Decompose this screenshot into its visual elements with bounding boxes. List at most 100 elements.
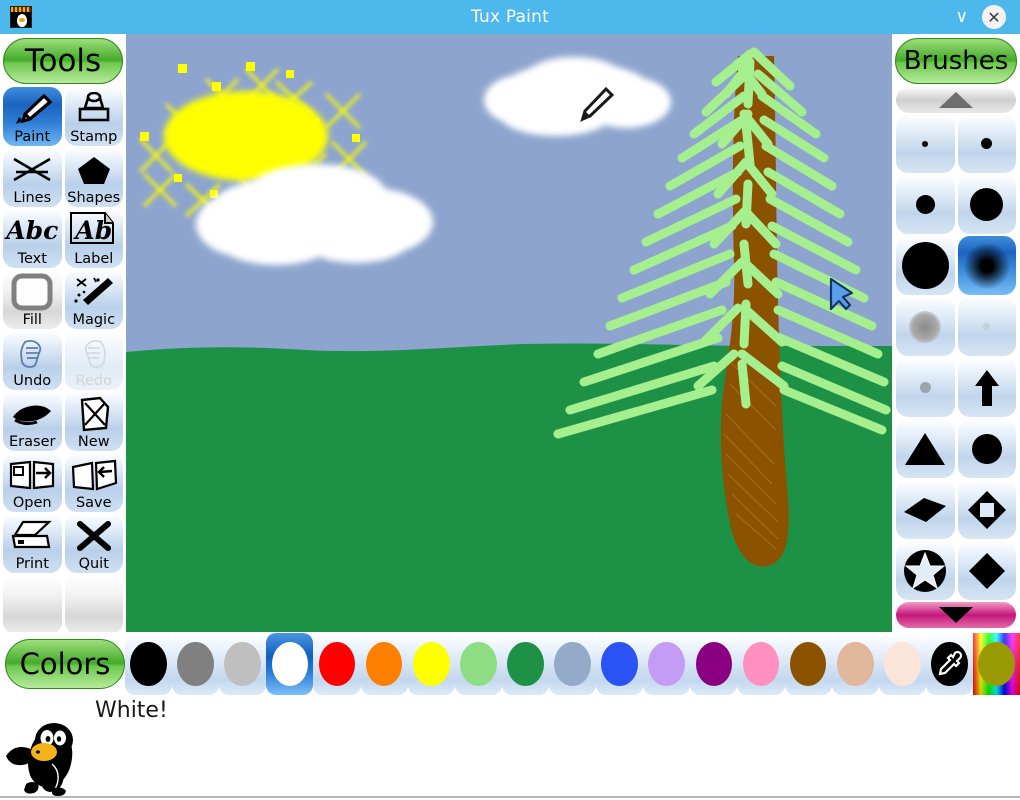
tool-button-fill[interactable]: Fill (3, 270, 62, 329)
brush-button-dot-faint[interactable] (957, 297, 1016, 356)
color-swatch-steel-blue[interactable] (548, 633, 597, 695)
close-icon[interactable]: ✕ (982, 5, 1006, 29)
tool-button-eraser[interactable]: Eraser (3, 392, 62, 451)
brushes-panel: Brushes (892, 34, 1020, 632)
tool-label-stamp: Stamp (70, 129, 118, 145)
tuxpaint-app: Tools Paint Stamp Lines Shapes Abc Text … (0, 34, 1020, 798)
brush-button-arrow-up[interactable] (957, 358, 1016, 417)
tool-label-magic: Magic (72, 312, 116, 328)
tool-button-open[interactable]: Open (3, 453, 62, 512)
tool-label-save: Save (75, 495, 112, 511)
tool-label-fill: Fill (22, 312, 42, 328)
brush-star-icon (904, 549, 947, 592)
color-swatch-brown[interactable] (784, 633, 832, 695)
undo-hand-icon (3, 331, 62, 374)
brushes-scroll-up-button[interactable] (896, 87, 1016, 113)
brush-dot-micro-icon (919, 382, 931, 393)
tool-label-quit: Quit (78, 556, 109, 572)
window-controls: ∨ ✕ (956, 5, 1006, 29)
brush-button-dot-small[interactable] (957, 114, 1016, 173)
tools-panel-header: Tools (3, 38, 123, 84)
colors-panel: Colors (0, 632, 1020, 696)
tool-label-new: New (77, 434, 110, 450)
brush-button-star[interactable] (896, 541, 955, 600)
brush-diamond-icon (968, 552, 1005, 589)
brush-circle-icon (971, 433, 1002, 464)
eyedropper-icon (939, 650, 963, 676)
color-swatch-cream[interactable] (878, 633, 926, 695)
printer-icon (3, 514, 62, 557)
brush-dot-small-icon (981, 138, 993, 149)
tux-penguin-mascot (2, 720, 107, 800)
tool-label-print: Print (15, 556, 49, 572)
window-titlebar: Tux Paint ∨ ✕ (0, 0, 1020, 34)
color-swatch-tan[interactable] (831, 633, 879, 695)
color-swatch-purple[interactable] (690, 633, 738, 695)
tool-button-shapes[interactable]: Shapes (64, 148, 124, 207)
brush-button-dot-medium[interactable] (896, 175, 955, 234)
tool-label-label: Label (74, 251, 114, 267)
tool-button-magic[interactable]: Magic (64, 270, 124, 329)
brush-button-dot-micro[interactable] (896, 358, 955, 417)
color-swatch-eyedropper[interactable] (925, 633, 973, 695)
brush-button-slash-blob[interactable] (896, 480, 955, 539)
color-swatch-yellow[interactable] (407, 633, 455, 695)
magic-wand-icon (65, 270, 124, 313)
brush-button-diamond-hole[interactable] (957, 480, 1016, 539)
tool-button-text[interactable]: Abc Text (3, 209, 62, 268)
triangle-down-icon (939, 607, 973, 623)
tool-slot-empty-2 (64, 575, 123, 634)
brush-button-circle[interactable] (957, 419, 1016, 478)
brush-dot-faint-icon (983, 323, 991, 330)
minimize-icon[interactable]: ∨ (956, 8, 968, 26)
new-page-icon (65, 392, 124, 435)
tool-slot-empty-1 (3, 575, 62, 634)
tool-button-print[interactable]: Print (3, 514, 62, 573)
tool-button-save[interactable]: Save (64, 453, 123, 512)
brush-button-dot-tiny[interactable] (896, 114, 955, 173)
triangle-up-icon (939, 92, 973, 108)
tool-button-new[interactable]: New (64, 392, 124, 451)
brush-button-dot-large[interactable] (957, 175, 1016, 234)
brushes-grid (892, 114, 1020, 600)
tool-button-paint[interactable]: Paint (3, 87, 62, 146)
drawing-canvas[interactable] (126, 34, 892, 632)
paintbrush-icon (3, 87, 62, 130)
colors-panel-header: Colors (5, 639, 125, 689)
brush-arrow-up-icon (974, 369, 999, 406)
tool-button-stamp[interactable]: Stamp (64, 87, 123, 146)
pentagon-shape-icon (65, 148, 124, 191)
tool-button-lines[interactable]: Lines (3, 148, 62, 207)
tool-button-undo[interactable]: Undo (3, 331, 62, 390)
color-swatch-light-grey[interactable] (219, 633, 267, 695)
color-swatch-lavender[interactable] (643, 633, 691, 695)
tool-button-quit[interactable]: Quit (64, 514, 124, 573)
color-swatch-dark-grey[interactable] (172, 633, 220, 695)
color-swatch-dark-green[interactable] (501, 633, 549, 695)
quit-x-icon (65, 514, 124, 557)
tools-grid: Paint Stamp Lines Shapes Abc Text Ab Lab… (0, 87, 126, 634)
tool-button-redo: Redo (64, 331, 123, 390)
tool-label-eraser: Eraser (9, 434, 56, 450)
color-swatch-color-picker[interactable] (972, 633, 1020, 695)
brush-button-dot-xlarge[interactable] (896, 236, 955, 295)
tools-panel: Tools Paint Stamp Lines Shapes Abc Text … (0, 34, 126, 634)
tool-label-open: Open (12, 495, 52, 511)
abc-text-icon: Abc (6, 216, 59, 245)
brush-button-fuzzy-grey[interactable] (896, 297, 955, 356)
tool-button-label[interactable]: Ab Label (64, 209, 123, 268)
brush-fuzzy-grey-icon (909, 310, 942, 343)
color-swatch-orange[interactable] (360, 633, 408, 695)
color-swatch-light-green[interactable] (454, 633, 502, 695)
color-swatch-blue[interactable] (596, 633, 644, 695)
color-swatches (125, 633, 1020, 695)
color-swatch-pink[interactable] (737, 633, 785, 695)
color-swatch-red[interactable] (313, 633, 361, 695)
brushes-scroll-down-button[interactable] (896, 602, 1016, 628)
color-swatch-white[interactable] (266, 633, 314, 695)
color-swatch-black[interactable] (125, 633, 173, 695)
tool-label-lines: Lines (13, 190, 52, 206)
brush-button-soft-round[interactable] (957, 236, 1016, 295)
brush-button-diamond[interactable] (957, 541, 1016, 600)
brush-button-triangle[interactable] (896, 419, 955, 478)
